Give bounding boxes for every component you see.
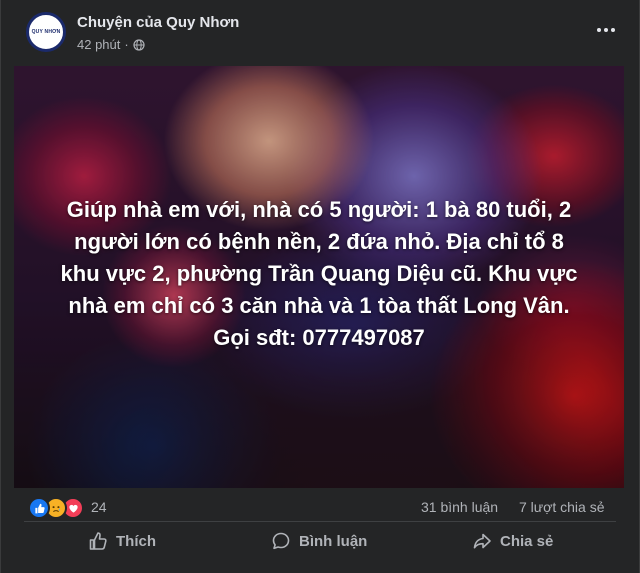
comments-count[interactable]: 31 bình luận bbox=[421, 499, 498, 515]
comment-icon bbox=[272, 532, 290, 550]
page-name[interactable]: Chuyện của Quy Nhơn bbox=[77, 14, 239, 31]
thumbs-up-icon bbox=[89, 532, 107, 550]
post-image-text: Giúp nhà em với, nhà có 5 người: 1 bà 80… bbox=[14, 194, 624, 354]
post-header: QUY NHƠN Chuyện của Quy Nhơn 42 phút · bbox=[0, 0, 640, 66]
image-text-line: người lớn có bệnh nền, 2 đứa nhỏ. Địa ch… bbox=[74, 229, 564, 254]
like-reaction-icon bbox=[28, 497, 50, 519]
more-icon-dot bbox=[611, 28, 615, 32]
like-label: Thích bbox=[116, 532, 156, 550]
meta-separator: · bbox=[124, 37, 129, 52]
reaction-icons[interactable] bbox=[28, 497, 84, 519]
reaction-count[interactable]: 24 bbox=[91, 499, 107, 515]
post-meta: 42 phút · bbox=[77, 37, 145, 52]
share-button[interactable]: Chia sẻ bbox=[472, 524, 553, 558]
image-text-line: nhà em chỉ có 3 căn nhà và 1 tòa thất Lo… bbox=[68, 293, 570, 318]
post-stats: 24 31 bình luận 7 lượt chia sẻ bbox=[0, 494, 640, 520]
image-text-line: khu vực 2, phường Trần Quang Diệu cũ. Kh… bbox=[60, 261, 578, 286]
share-icon bbox=[473, 533, 491, 549]
avatar-logo-text: QUY NHƠN bbox=[31, 29, 61, 35]
image-text-line: Giúp nhà em với, nhà có 5 người: 1 bà 80… bbox=[66, 197, 572, 222]
more-icon-dot bbox=[597, 28, 601, 32]
page-avatar[interactable]: QUY NHƠN bbox=[26, 12, 66, 52]
image-text-line: Gọi sđt: 0777497087 bbox=[213, 325, 425, 350]
comment-button[interactable]: Bình luận bbox=[271, 524, 367, 558]
action-bar: Thích Bình luận Chia sẻ bbox=[0, 524, 640, 560]
stats-divider bbox=[24, 521, 616, 522]
post-image[interactable]: Giúp nhà em với, nhà có 5 người: 1 bà 80… bbox=[14, 66, 624, 488]
post-time[interactable]: 42 phút bbox=[77, 37, 120, 52]
comment-label: Bình luận bbox=[299, 532, 368, 550]
share-label: Chia sẻ bbox=[500, 532, 554, 550]
globe-icon bbox=[133, 38, 145, 51]
more-options-button[interactable] bbox=[594, 20, 618, 40]
like-button[interactable]: Thích bbox=[88, 524, 156, 558]
more-icon-dot bbox=[604, 28, 608, 32]
shares-count[interactable]: 7 lượt chia sẻ bbox=[519, 499, 604, 515]
